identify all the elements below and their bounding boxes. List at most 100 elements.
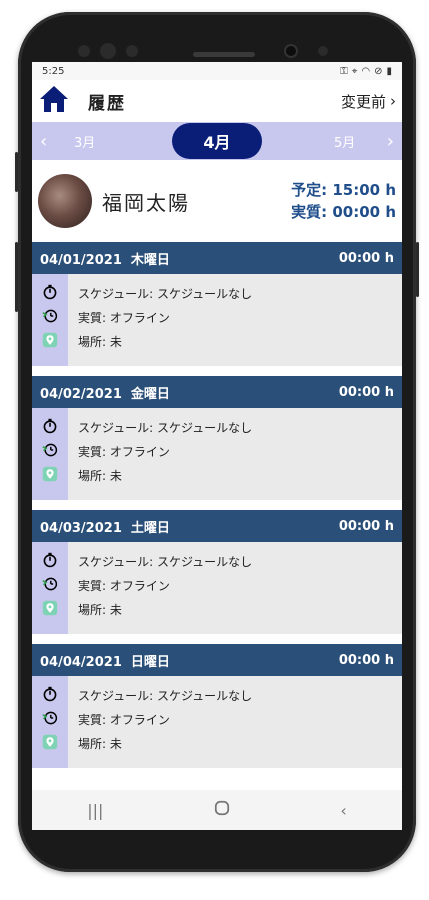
location-pin-icon bbox=[40, 464, 60, 484]
day-card[interactable]: 04/01/2021 木曜日 00:00 h スケジュール: スケジュールなし … bbox=[32, 242, 402, 366]
schedule-line: スケジュール: スケジュールなし bbox=[78, 688, 253, 703]
clock-history-icon bbox=[40, 708, 60, 728]
schedule-line: スケジュール: スケジュールなし bbox=[78, 420, 253, 435]
day-list: 04/01/2021 木曜日 00:00 h スケジュール: スケジュールなし … bbox=[32, 242, 402, 778]
avatar bbox=[38, 174, 92, 228]
location-icon: ⌖ bbox=[351, 65, 358, 77]
next-month-chevron-icon[interactable]: › bbox=[387, 131, 394, 152]
volume-button bbox=[15, 242, 18, 312]
battery-icon: ▮ bbox=[386, 65, 392, 77]
front-sensor bbox=[100, 43, 116, 59]
front-sensor bbox=[78, 45, 90, 57]
day-header: 04/02/2021 金曜日 00:00 h bbox=[32, 376, 402, 408]
day-header: 04/01/2021 木曜日 00:00 h bbox=[32, 242, 402, 274]
day-body: スケジュール: スケジュールなし 実質: オフライン 場所: 未 bbox=[32, 408, 402, 500]
earpiece-speaker bbox=[193, 52, 255, 57]
front-sensor bbox=[126, 45, 138, 57]
day-icon-strip bbox=[32, 274, 68, 366]
stopwatch-icon bbox=[40, 684, 60, 704]
day-details: スケジュール: スケジュールなし 実質: オフライン 場所: 未 bbox=[68, 676, 252, 768]
day-body: スケジュール: スケジュールなし 実質: オフライン 場所: 未 bbox=[32, 274, 402, 366]
status-icons: ⚿ ⌖ ◠ ⊘ ▮ bbox=[340, 66, 392, 77]
prev-month-button[interactable]: 3月 bbox=[74, 132, 95, 151]
place-line: 場所: 未 bbox=[78, 736, 122, 751]
dnd-icon: ⊘ bbox=[374, 65, 383, 77]
day-total: 00:00 h bbox=[338, 518, 394, 534]
android-nav-bar: ||| ‹ bbox=[32, 790, 402, 830]
day-card[interactable]: 04/04/2021 日曜日 00:00 h スケジュール: スケジュールなし … bbox=[32, 644, 402, 768]
profile-times: 予定: 15:00 h 実質: 00:00 h bbox=[291, 179, 396, 223]
back-icon[interactable]: ‹ bbox=[340, 801, 346, 820]
next-month-button[interactable]: 5月 bbox=[334, 132, 355, 151]
home-circle-icon[interactable] bbox=[214, 800, 230, 820]
day-total: 00:00 h bbox=[338, 250, 394, 266]
app-header: 履歴 変更前 › bbox=[32, 80, 402, 122]
day-card[interactable]: 04/02/2021 金曜日 00:00 h スケジュール: スケジュールなし … bbox=[32, 376, 402, 500]
recent-apps-icon[interactable]: ||| bbox=[87, 801, 103, 820]
place-line: 場所: 未 bbox=[78, 334, 122, 349]
clock-history-icon bbox=[40, 440, 60, 460]
day-body: スケジュール: スケジュールなし 実質: オフライン 場所: 未 bbox=[32, 542, 402, 634]
day-header: 04/04/2021 日曜日 00:00 h bbox=[32, 644, 402, 676]
home-icon[interactable] bbox=[38, 84, 70, 118]
day-icon-strip bbox=[32, 676, 68, 768]
clock-history-icon bbox=[40, 306, 60, 326]
day-icon-strip bbox=[32, 542, 68, 634]
place-line: 場所: 未 bbox=[78, 602, 122, 617]
side-key bbox=[416, 242, 419, 297]
day-total: 00:00 h bbox=[338, 384, 394, 400]
front-sensor bbox=[318, 46, 328, 56]
scheduled-time: 予定: 15:00 h bbox=[291, 181, 396, 199]
day-date: 04/02/2021 bbox=[40, 386, 122, 402]
change-before-link[interactable]: 変更前 › bbox=[341, 91, 396, 112]
day-weekday: 木曜日 bbox=[130, 252, 170, 268]
app-screen: 5:25 ⚿ ⌖ ◠ ⊘ ▮ 履歴 変更前 › ‹ 3月 4月 5月 › 福岡太… bbox=[32, 62, 402, 830]
status-time: 5:25 bbox=[42, 65, 65, 77]
actual-line: 実質: オフライン bbox=[78, 578, 170, 593]
clock-history-icon bbox=[40, 574, 60, 594]
status-bar: 5:25 ⚿ ⌖ ◠ ⊘ ▮ bbox=[32, 62, 402, 80]
profile-summary: 福岡太陽 予定: 15:00 h 実質: 00:00 h bbox=[32, 160, 402, 242]
user-name: 福岡太陽 bbox=[102, 190, 190, 215]
day-card[interactable]: 04/03/2021 土曜日 00:00 h スケジュール: スケジュールなし … bbox=[32, 510, 402, 634]
location-pin-icon bbox=[40, 732, 60, 752]
stopwatch-icon bbox=[40, 550, 60, 570]
chevron-right-icon: › bbox=[390, 92, 396, 110]
prev-month-chevron-icon[interactable]: ‹ bbox=[40, 131, 47, 152]
day-date-group: 04/03/2021 土曜日 bbox=[40, 517, 170, 536]
wifi-icon: ◠ bbox=[361, 65, 371, 77]
day-weekday: 土曜日 bbox=[130, 520, 170, 536]
place-line: 場所: 未 bbox=[78, 468, 122, 483]
actual-time: 実質: 00:00 h bbox=[291, 203, 396, 221]
day-details: スケジュール: スケジュールなし 実質: オフライン 場所: 未 bbox=[68, 542, 252, 634]
stopwatch-icon bbox=[40, 416, 60, 436]
front-camera bbox=[286, 46, 296, 56]
location-pin-icon bbox=[40, 330, 60, 350]
day-header: 04/03/2021 土曜日 00:00 h bbox=[32, 510, 402, 542]
day-weekday: 日曜日 bbox=[130, 654, 170, 670]
current-month-pill: 4月 bbox=[172, 123, 262, 159]
day-date-group: 04/04/2021 日曜日 bbox=[40, 651, 170, 670]
day-date: 04/01/2021 bbox=[40, 252, 122, 268]
power-button bbox=[15, 152, 18, 192]
actual-line: 実質: オフライン bbox=[78, 712, 170, 727]
day-body: スケジュール: スケジュールなし 実質: オフライン 場所: 未 bbox=[32, 676, 402, 768]
day-total: 00:00 h bbox=[338, 652, 394, 668]
day-date: 04/04/2021 bbox=[40, 654, 122, 670]
day-date: 04/03/2021 bbox=[40, 520, 122, 536]
stopwatch-icon bbox=[40, 282, 60, 302]
schedule-line: スケジュール: スケジュールなし bbox=[78, 554, 253, 569]
schedule-line: スケジュール: スケジュールなし bbox=[78, 286, 253, 301]
day-weekday: 金曜日 bbox=[130, 386, 170, 402]
day-details: スケジュール: スケジュールなし 実質: オフライン 場所: 未 bbox=[68, 408, 252, 500]
actual-line: 実質: オフライン bbox=[78, 310, 170, 325]
day-date-group: 04/01/2021 木曜日 bbox=[40, 249, 170, 268]
change-before-label: 変更前 bbox=[340, 92, 386, 111]
location-pin-icon bbox=[40, 598, 60, 618]
actual-line: 実質: オフライン bbox=[78, 444, 170, 459]
key-icon: ⚿ bbox=[340, 65, 348, 77]
month-navigator: ‹ 3月 4月 5月 › bbox=[32, 122, 402, 160]
page-title: 履歴 bbox=[88, 93, 126, 114]
day-details: スケジュール: スケジュールなし 実質: オフライン 場所: 未 bbox=[68, 274, 252, 366]
day-date-group: 04/02/2021 金曜日 bbox=[40, 383, 170, 402]
